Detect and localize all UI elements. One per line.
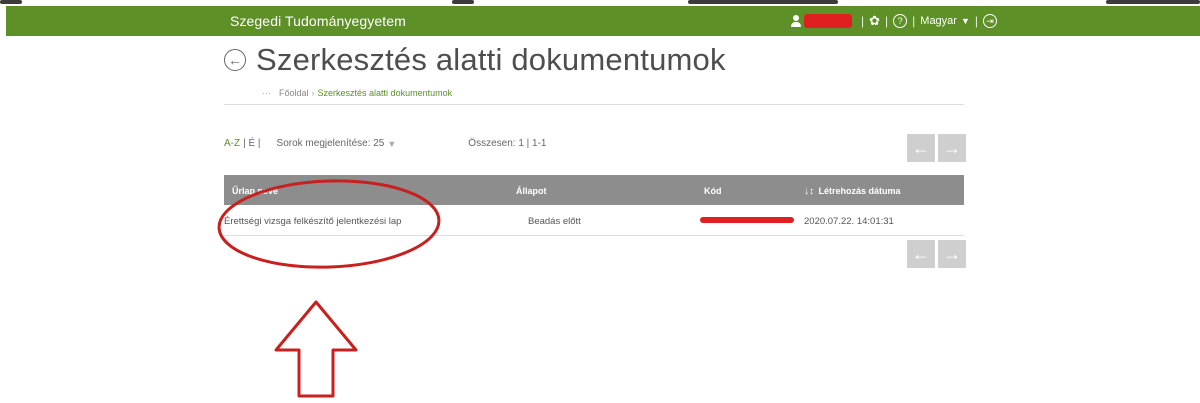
annotation-overlay [217,179,441,398]
annotation-arrow [274,300,358,398]
annotation-circle [217,179,441,269]
